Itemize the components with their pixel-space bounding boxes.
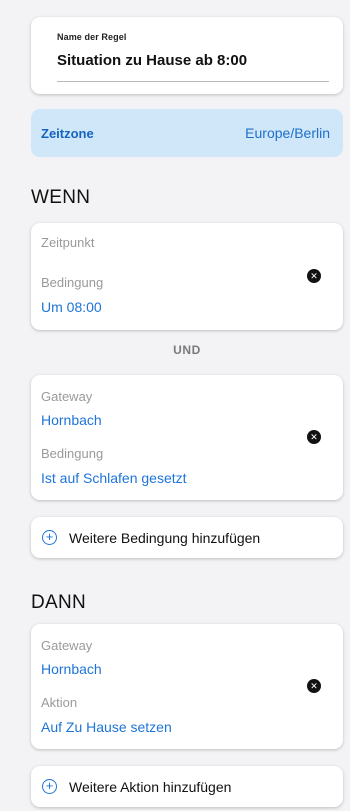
section-title-wenn: WENN: [31, 187, 91, 208]
add-action-label: Weitere Aktion hinzufügen: [69, 778, 232, 795]
close-icon[interactable]: ✕: [307, 430, 321, 444]
trigger-card[interactable]: Zeitpunkt Bedingung Um 08:00 ✕: [31, 223, 343, 330]
plus-circle-icon: +: [42, 779, 57, 794]
condition-card[interactable]: Gateway Hornbach Bedingung Ist auf Schla…: [31, 375, 343, 500]
rule-name-field[interactable]: Name der Regel: [31, 17, 343, 94]
gateway-label: Gateway: [41, 389, 93, 404]
add-condition-button[interactable]: + Weitere Bedingung hinzufügen: [31, 517, 343, 558]
close-icon[interactable]: ✕: [307, 679, 321, 693]
trigger-label: Zeitpunkt: [41, 235, 95, 250]
input-underline: [57, 81, 329, 82]
condition-label: Bedingung: [41, 275, 104, 290]
gateway-value[interactable]: Hornbach: [41, 661, 102, 677]
timezone-label: Zeitzone: [41, 125, 94, 141]
timezone-row[interactable]: Zeitzone Europe/Berlin: [31, 109, 343, 157]
action-card[interactable]: Gateway Hornbach Aktion Auf Zu Hause set…: [31, 624, 343, 749]
add-condition-label: Weitere Bedingung hinzufügen: [69, 529, 261, 546]
gateway-value[interactable]: Hornbach: [41, 412, 102, 428]
add-action-button[interactable]: + Weitere Aktion hinzufügen: [31, 766, 343, 807]
condition-value[interactable]: Ist auf Schlafen gesetzt: [41, 470, 187, 486]
timezone-value[interactable]: Europe/Berlin: [245, 125, 330, 141]
condition-label: Bedingung: [41, 446, 104, 461]
close-icon[interactable]: ✕: [307, 269, 321, 283]
rule-editor-screen: Name der Regel Zeitzone Europe/Berlin WE…: [0, 0, 350, 811]
plus-circle-icon: +: [42, 530, 57, 545]
condition-value[interactable]: Um 08:00: [41, 299, 102, 315]
rule-name-label: Name der Regel: [57, 32, 127, 42]
and-connector: UND: [173, 343, 201, 357]
action-value[interactable]: Auf Zu Hause setzen: [41, 719, 172, 735]
rule-name-input[interactable]: [57, 52, 329, 69]
section-title-dann: DANN: [31, 592, 87, 613]
gateway-label: Gateway: [41, 638, 93, 653]
action-label: Aktion: [41, 695, 78, 710]
